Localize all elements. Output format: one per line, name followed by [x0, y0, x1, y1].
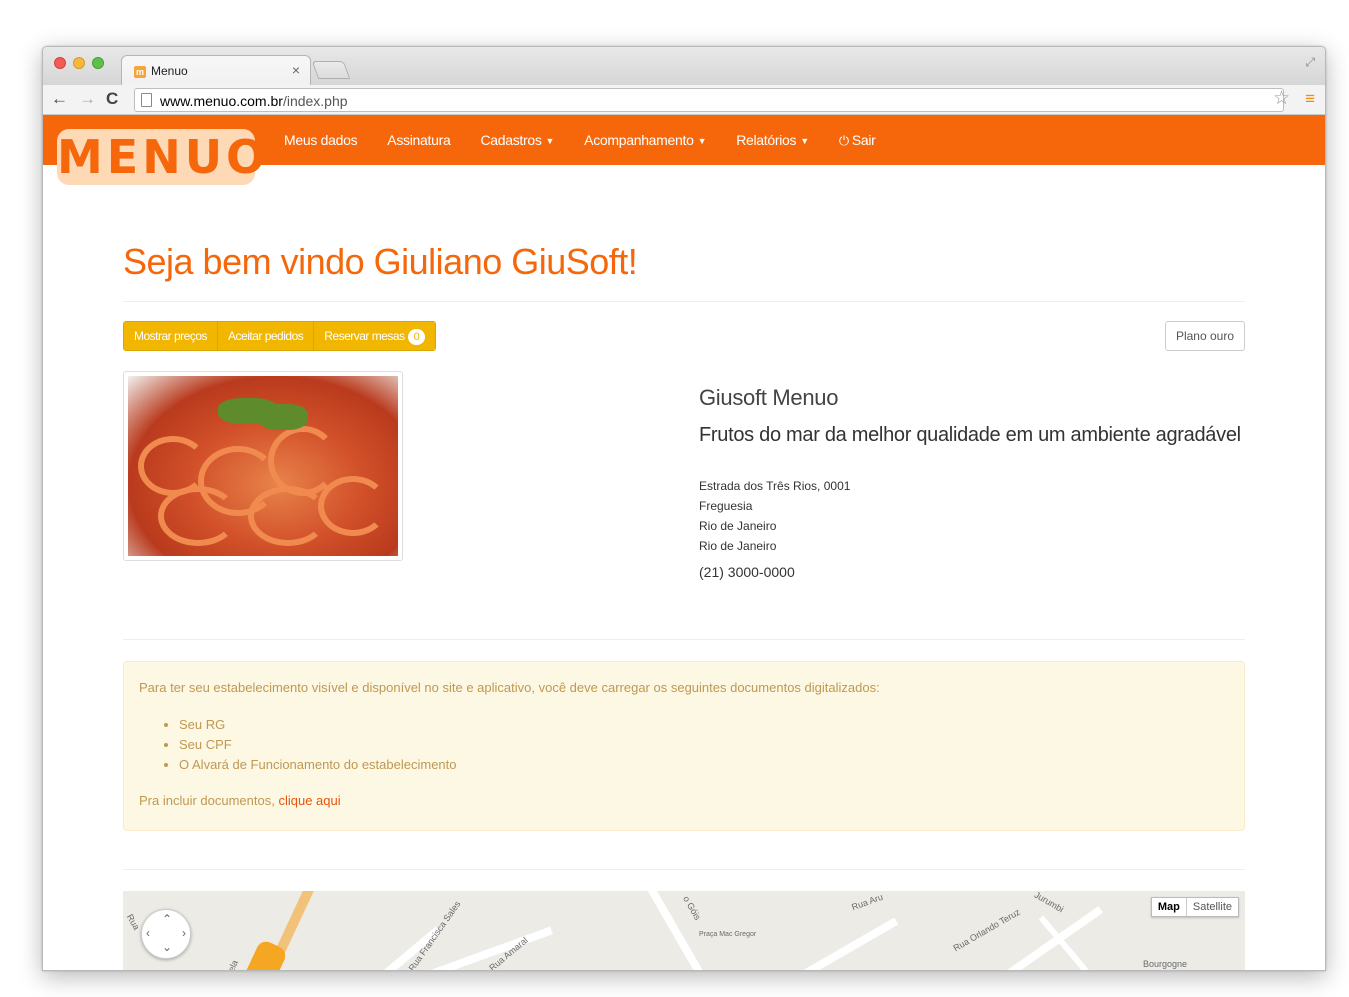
aceitar-pedidos-button[interactable]: Aceitar pedidos: [218, 322, 315, 350]
map-label: Praça Mac Gregor: [699, 931, 757, 938]
pan-down-icon[interactable]: ⌄: [162, 940, 172, 954]
business-photo: [123, 371, 403, 561]
alert-intro: Para ter seu estabelecimento visível e d…: [139, 680, 880, 695]
shrimp-shape: [248, 486, 328, 546]
divider: [123, 639, 1245, 640]
list-item: Seu CPF: [179, 735, 1229, 755]
caret-down-icon: ▼: [697, 136, 707, 147]
menuo-logo[interactable]: MENUO: [57, 129, 270, 185]
forward-arrow-icon[interactable]: →: [79, 89, 96, 109]
location-map[interactable]: Rua Rua Francisca Sales Rua Amaral o Gói…: [123, 891, 1245, 970]
title-bar: m Menuo × ⤢: [43, 47, 1325, 86]
site-page: Meus dados Assinatura Cadastros ▼ Acompan…: [43, 115, 1325, 970]
map-label: ela: [225, 958, 241, 970]
pan-up-icon[interactable]: ⌃: [162, 912, 172, 926]
map-road: [381, 926, 553, 970]
nav-acompanhamento[interactable]: Acompanhamento ▼: [569, 115, 721, 165]
business-description: Frutos do mar da melhor qualidade em um …: [699, 424, 1241, 446]
map-type-satellite-button[interactable]: Satellite: [1187, 898, 1238, 916]
address-line: Rio de Janeiro: [699, 519, 777, 533]
shrimp-shape: [158, 486, 238, 546]
pan-right-icon[interactable]: ›: [182, 926, 186, 940]
address-line: Freguesia: [699, 499, 753, 513]
nav-assinatura[interactable]: Assinatura: [372, 115, 465, 165]
reservar-mesas-button[interactable]: Reservar mesas 0: [314, 322, 436, 350]
new-tab-button[interactable]: [311, 61, 351, 79]
nav-cadastros[interactable]: Cadastros ▼: [465, 115, 569, 165]
business-name: Giusoft Menuo: [699, 385, 839, 410]
map-label: Bourgogne: [1143, 959, 1188, 969]
map-label: Rua Aru: [850, 891, 885, 913]
map-label: Rua Orlando Teruz: [951, 906, 1022, 954]
page-icon: [141, 93, 152, 107]
fullscreen-icon[interactable]: ⤢: [1305, 55, 1315, 70]
plano-ouro-button[interactable]: Plano ouro: [1164, 321, 1245, 351]
address-line: Rio de Janeiro: [699, 539, 777, 553]
map-label: o Góis: [681, 894, 703, 922]
documents-alert: Para ter seu estabelecimento visível e d…: [123, 661, 1245, 831]
tab-close-icon[interactable]: ×: [292, 62, 300, 78]
back-arrow-icon[interactable]: ←: [51, 89, 68, 109]
shrimp-dish-image: [128, 376, 398, 556]
alert-footer: Pra incluir documentos, clique aqui: [139, 793, 1229, 808]
caret-down-icon: ▼: [800, 136, 809, 147]
close-window-button[interactable]: [54, 57, 66, 69]
map-road: [755, 917, 899, 970]
page-title: Seja bem vindo Giuliano GiuSoft!: [123, 241, 638, 282]
shrimp-shape: [318, 476, 388, 536]
browser-tab-menuo[interactable]: m Menuo ×: [121, 55, 311, 86]
map-label: Rua: [124, 912, 142, 932]
map-label: Jurumbi: [1032, 891, 1066, 915]
list-item: O Alvará de Funcionamento do estabelecim…: [179, 755, 1229, 775]
reservas-count-badge: 0: [407, 329, 426, 345]
business-phone: (21) 3000-0000: [699, 564, 795, 580]
parsley-garnish: [258, 404, 308, 430]
url-host: www.menuo.com.br: [160, 93, 283, 109]
documents-list: Seu RG Seu CPF O Alvará de Funcionamento…: [179, 715, 1229, 775]
map-type-control: Map Satellite: [1150, 897, 1239, 917]
map-pan-control[interactable]: ⌃ ‹ › ⌄: [141, 909, 191, 959]
map-label: Rua Francisca Sales: [406, 899, 463, 970]
reload-icon[interactable]: C: [106, 89, 118, 109]
logo-text: MENUO: [57, 130, 270, 184]
alert-footer-text: Pra incluir documentos,: [139, 793, 279, 808]
favicon-icon: m: [134, 66, 146, 78]
address-bar[interactable]: www.menuo.com.br/index.php: [134, 88, 1284, 112]
address-line: Estrada dos Três Rios, 0001: [699, 479, 851, 493]
nav-relatorios-label: Relatórios: [736, 132, 797, 148]
divider: [123, 301, 1245, 302]
divider: [123, 869, 1245, 870]
clique-aqui-link[interactable]: clique aqui: [278, 793, 340, 808]
reservar-mesas-label: Reservar mesas: [324, 329, 405, 343]
url-path: /index.php: [282, 93, 348, 109]
list-item: Seu RG: [179, 715, 1229, 735]
toggle-button-group: Mostrar preços Aceitar pedidos Reservar …: [123, 321, 437, 351]
tab-title: Menuo: [151, 64, 188, 78]
url-text[interactable]: www.menuo.com.br/index.php: [160, 93, 348, 109]
nav-cadastros-label: Cadastros: [480, 132, 542, 148]
bookmark-star-icon[interactable]: ☆: [1273, 89, 1290, 109]
browser-toolbar: ← → C www.menuo.com.br/index.php ☆ ≡: [43, 85, 1325, 115]
business-info: Giusoft Menuo Frutos do mar da melhor qu…: [699, 385, 1245, 580]
nav-meus-dados[interactable]: Meus dados: [269, 115, 372, 165]
nav-relatorios[interactable]: Relatórios ▼: [721, 115, 824, 165]
nav-sair[interactable]: ⏻ Sair: [824, 115, 891, 165]
business-address: Estrada dos Três Rios, 0001 Freguesia Ri…: [699, 476, 1245, 556]
nav-links: Meus dados Assinatura Cadastros ▼ Acompan…: [269, 115, 891, 165]
caret-down-icon: ▼: [545, 136, 555, 147]
minimize-window-button[interactable]: [73, 57, 85, 69]
nav-assinatura-label: Assinatura: [387, 132, 451, 148]
nav-sair-label: Sair: [851, 132, 876, 148]
nav-meus-dados-label: Meus dados: [284, 132, 358, 148]
nav-acompanhamento-label: Acompanhamento: [584, 132, 694, 148]
hamburger-menu-icon[interactable]: ≡: [1305, 90, 1315, 108]
mostrar-precos-button[interactable]: Mostrar preços: [124, 322, 219, 350]
zoom-window-button[interactable]: [92, 57, 104, 69]
power-icon: ⏻: [838, 133, 849, 148]
browser-window: m Menuo × ⤢ ← → C www.menuo.com.br/index…: [42, 46, 1326, 971]
pan-left-icon[interactable]: ‹: [146, 926, 150, 940]
map-type-map-button[interactable]: Map: [1152, 898, 1187, 916]
